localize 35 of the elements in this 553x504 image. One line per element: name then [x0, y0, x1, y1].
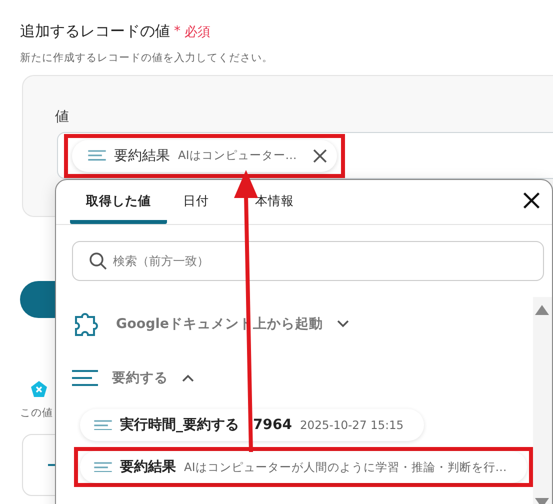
value-field[interactable]: 要約結果 AIはコンピューター…: [57, 132, 553, 179]
picker-tab[interactable]: 本情報: [225, 193, 310, 224]
item-name: 実行時間_要約する: [120, 416, 239, 434]
item-name-tail: 7964: [253, 417, 292, 433]
chip-preview: AIはコンピューター…: [178, 148, 297, 163]
value-item[interactable]: 実行時間_要約する 7964 2025-10-27 15:15: [80, 409, 424, 441]
section-help: この値: [20, 406, 54, 420]
group-title: 要約する: [112, 369, 168, 387]
chevron-down-icon: [337, 320, 350, 328]
required-label: 必須: [184, 24, 210, 40]
chip-name: 要約結果: [114, 146, 170, 164]
value-label: 値: [55, 108, 70, 126]
group-header[interactable]: 要約する: [72, 351, 533, 405]
lines-icon: [72, 370, 98, 386]
picker-tab[interactable]: 取得した値: [70, 193, 167, 224]
field-title: 追加するレコードの値: [20, 22, 170, 41]
lines-icon: [94, 420, 112, 430]
scrollbar[interactable]: [532, 297, 552, 504]
picker-tab[interactable]: 日付: [167, 193, 225, 224]
value-chip[interactable]: 要約結果 AIはコンピューター…: [72, 140, 337, 172]
lines-icon: [88, 150, 106, 161]
close-button[interactable]: [523, 192, 540, 209]
item-value: AIはコンピューターが人間のように学習・推論・判断を行…: [184, 460, 507, 474]
value-item[interactable]: 要約結果 AIはコンピューターが人間のように学習・推論・判断を行…: [80, 451, 527, 483]
field-help: 新たに作成するレコードの値を入力してください。: [20, 51, 274, 65]
search-field[interactable]: 検索（前方一致）: [72, 241, 544, 281]
item-value: 2025-10-27 15:15: [300, 418, 404, 432]
search-icon: [89, 252, 107, 270]
scroll-up-icon[interactable]: [535, 305, 550, 315]
close-icon[interactable]: [312, 148, 327, 162]
required-asterisk: *: [174, 24, 180, 39]
chevron-up-icon: [182, 374, 194, 382]
lines-icon: [94, 462, 112, 472]
pentagon-icon: [30, 380, 48, 398]
item-name: 要約結果: [120, 458, 176, 476]
